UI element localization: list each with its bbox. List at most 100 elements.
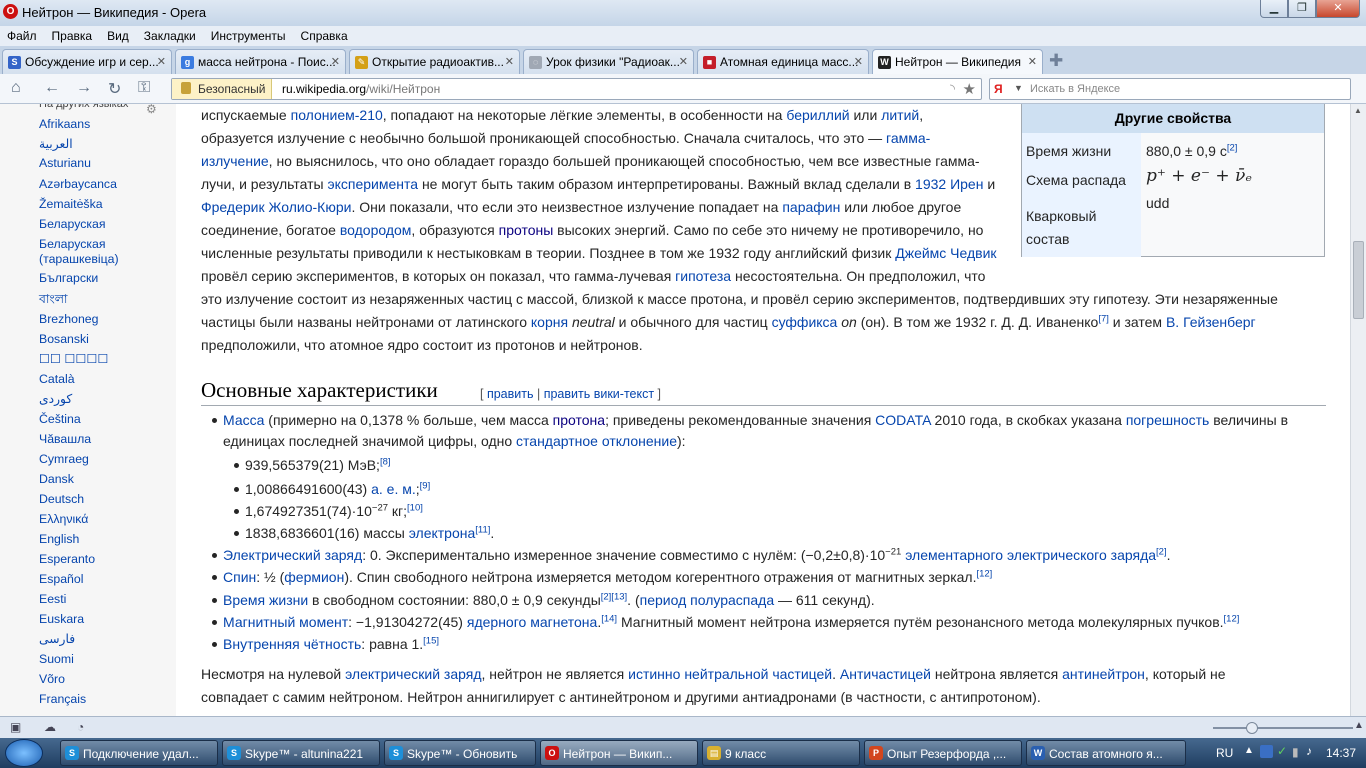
wiki-link[interactable]: Магнитный момент [223, 614, 348, 630]
scroll-thumb[interactable] [1353, 241, 1364, 319]
wiki-link[interactable]: В. Гейзенберг [1166, 314, 1256, 330]
tray-app-icon[interactable] [1260, 745, 1273, 758]
panel-toggle-icon[interactable]: ▣ [10, 720, 21, 734]
infobox-key-lifetime[interactable]: Время жизни [1026, 143, 1111, 159]
tab-close-icon[interactable]: ✕ [1028, 55, 1037, 68]
tab-close-icon[interactable]: ✕ [157, 55, 166, 68]
wiki-link[interactable]: элементарного электрического заряда [905, 547, 1156, 563]
start-button[interactable] [5, 739, 43, 767]
language-link[interactable]: Brezhoneg [39, 312, 98, 327]
wiki-link[interactable]: водородом [340, 222, 412, 238]
language-link[interactable]: Suomi [39, 652, 74, 667]
scroll-up-icon[interactable]: ▲ [1354, 106, 1362, 115]
tab-1[interactable]: S Обсуждение игр и сер... ✕ [2, 49, 172, 74]
edit-link[interactable]: править [487, 387, 534, 401]
wiki-link[interactable]: Ирен [950, 176, 983, 192]
yandex-engine-icon[interactable]: Я [994, 82, 1003, 96]
language-link[interactable]: বাংলা [39, 292, 67, 307]
wiki-link[interactable]: фермион [284, 569, 344, 585]
speed-dial-icon[interactable]: ◔ [77, 720, 84, 734]
wiki-link[interactable]: суффикса [772, 314, 838, 330]
wiki-link[interactable]: электрона [409, 525, 476, 541]
taskbar-item[interactable]: S Skype™ - altunina221 [222, 740, 380, 766]
tab-close-icon[interactable]: ✕ [331, 55, 340, 68]
reference-link[interactable]: [2] [1156, 546, 1167, 557]
wiki-link[interactable]: гипотеза [675, 268, 731, 284]
wiki-link[interactable]: Внутренняя чётность [223, 636, 361, 652]
language-link[interactable]: Afrikaans [39, 117, 90, 132]
reference-link[interactable]: [11] [475, 524, 490, 535]
wiki-link[interactable]: Фредерик Жолио-Кюри [201, 199, 351, 215]
home-icon[interactable]: ⌂ [11, 79, 21, 97]
reference-link[interactable]: [2][13] [601, 591, 627, 602]
reference-link[interactable]: [10] [407, 502, 423, 513]
language-link[interactable]: العربية [39, 137, 73, 152]
wiki-link[interactable]: парафин [782, 199, 840, 215]
language-indicator[interactable]: RU [1216, 746, 1233, 760]
wiki-link[interactable]: истинно нейтральной частицей [628, 666, 832, 682]
restore-button[interactable]: ❐ [1288, 0, 1316, 18]
wiki-link[interactable]: излучение [201, 153, 269, 169]
wiki-link[interactable]: а. е. м. [371, 481, 416, 497]
language-link[interactable]: Esperanto [39, 552, 95, 567]
close-button[interactable]: ✕ [1316, 0, 1360, 18]
wiki-link[interactable]: Время жизни [223, 592, 308, 608]
language-link[interactable]: Bosanski [39, 332, 89, 347]
engine-dropdown-icon[interactable]: ▼ [1014, 83, 1023, 93]
security-badge[interactable]: Безопасный [172, 79, 272, 99]
reference-link[interactable]: [9] [420, 480, 431, 491]
tab-close-icon[interactable]: ✕ [505, 55, 514, 68]
language-link[interactable]: Čeština [39, 412, 81, 427]
language-link[interactable]: Deutsch [39, 492, 84, 507]
wiki-link[interactable]: литий [881, 107, 919, 123]
tab-2[interactable]: g масса нейтрона - Поис... ✕ [175, 49, 346, 74]
ref-link[interactable]: [2] [1227, 142, 1238, 153]
language-link[interactable]: Беларуская (тарашкевіца) [39, 237, 139, 267]
wiki-link[interactable]: антинейтрон [1062, 666, 1145, 682]
reference-link[interactable]: [7] [1098, 313, 1109, 324]
wiki-link[interactable]: период полураспада [640, 592, 774, 608]
taskbar-item[interactable]: O Нейтрон — Викип... [540, 740, 698, 766]
wiki-link[interactable]: погрешность [1126, 412, 1210, 428]
zoom-slider-knob[interactable] [1246, 722, 1258, 734]
reference-link[interactable]: [15] [423, 635, 439, 646]
reference-link[interactable]: [8] [380, 456, 391, 467]
taskbar-item[interactable]: ▤ 9 класс [702, 740, 860, 766]
reference-link[interactable]: [14] [601, 613, 617, 624]
language-link[interactable]: Español [39, 572, 83, 587]
language-link[interactable]: Võro [39, 672, 65, 687]
zoom-expand-icon[interactable]: ▲ [1354, 720, 1364, 731]
back-icon[interactable]: ← [44, 79, 60, 97]
tab-5[interactable]: ■ Атомная единица масс... ✕ [697, 49, 869, 74]
edit-wiki-link[interactable]: править вики-текст [544, 387, 654, 401]
tab-close-icon[interactable]: ✕ [854, 55, 863, 68]
tab-close-icon[interactable]: ✕ [679, 55, 688, 68]
language-link[interactable]: Asturianu [39, 156, 91, 171]
taskbar-item[interactable]: W Состав атомного я... [1026, 740, 1186, 766]
language-link[interactable]: Français [39, 692, 86, 707]
taskbar-item[interactable]: P Опыт Резерфорда ,... [864, 740, 1022, 766]
wiki-link[interactable]: корня [531, 314, 568, 330]
wiki-link[interactable]: Джеймс Чедвик [895, 245, 996, 261]
menu-edit[interactable]: Правка [52, 28, 93, 44]
bookmark-star-icon[interactable]: ★ [963, 80, 976, 98]
wiki-link[interactable]: электрический заряд [345, 666, 481, 682]
wiki-link[interactable]: Электрический заряд [223, 547, 362, 563]
language-link[interactable]: Azərbaycanca [39, 177, 117, 192]
menu-view[interactable]: Вид [107, 28, 129, 44]
settings-gear-icon[interactable]: ⚙ [146, 104, 157, 116]
volume-icon[interactable]: ♪ [1306, 744, 1312, 758]
key-icon[interactable]: ⚿ [138, 79, 150, 97]
new-tab-icon[interactable]: ✚ [1049, 51, 1063, 71]
search-box[interactable]: Я ▼ Искать в Яндексе [989, 78, 1351, 100]
reload-icon[interactable]: ↻ [108, 79, 121, 99]
language-link[interactable]: Euskara [39, 612, 84, 627]
language-link[interactable]: Чăвашла [39, 432, 91, 447]
wiki-link[interactable]: протона [553, 412, 605, 428]
language-link[interactable]: Беларуская [39, 217, 106, 232]
clock[interactable]: 14:37 [1326, 746, 1356, 760]
menu-file[interactable]: Файл [7, 28, 37, 44]
wiki-link[interactable]: стандартное отклонение [516, 433, 677, 449]
wiki-link[interactable]: гамма- [886, 130, 930, 146]
url-text[interactable]: ru.wikipedia.org/wiki/Нейтрон [282, 82, 440, 96]
